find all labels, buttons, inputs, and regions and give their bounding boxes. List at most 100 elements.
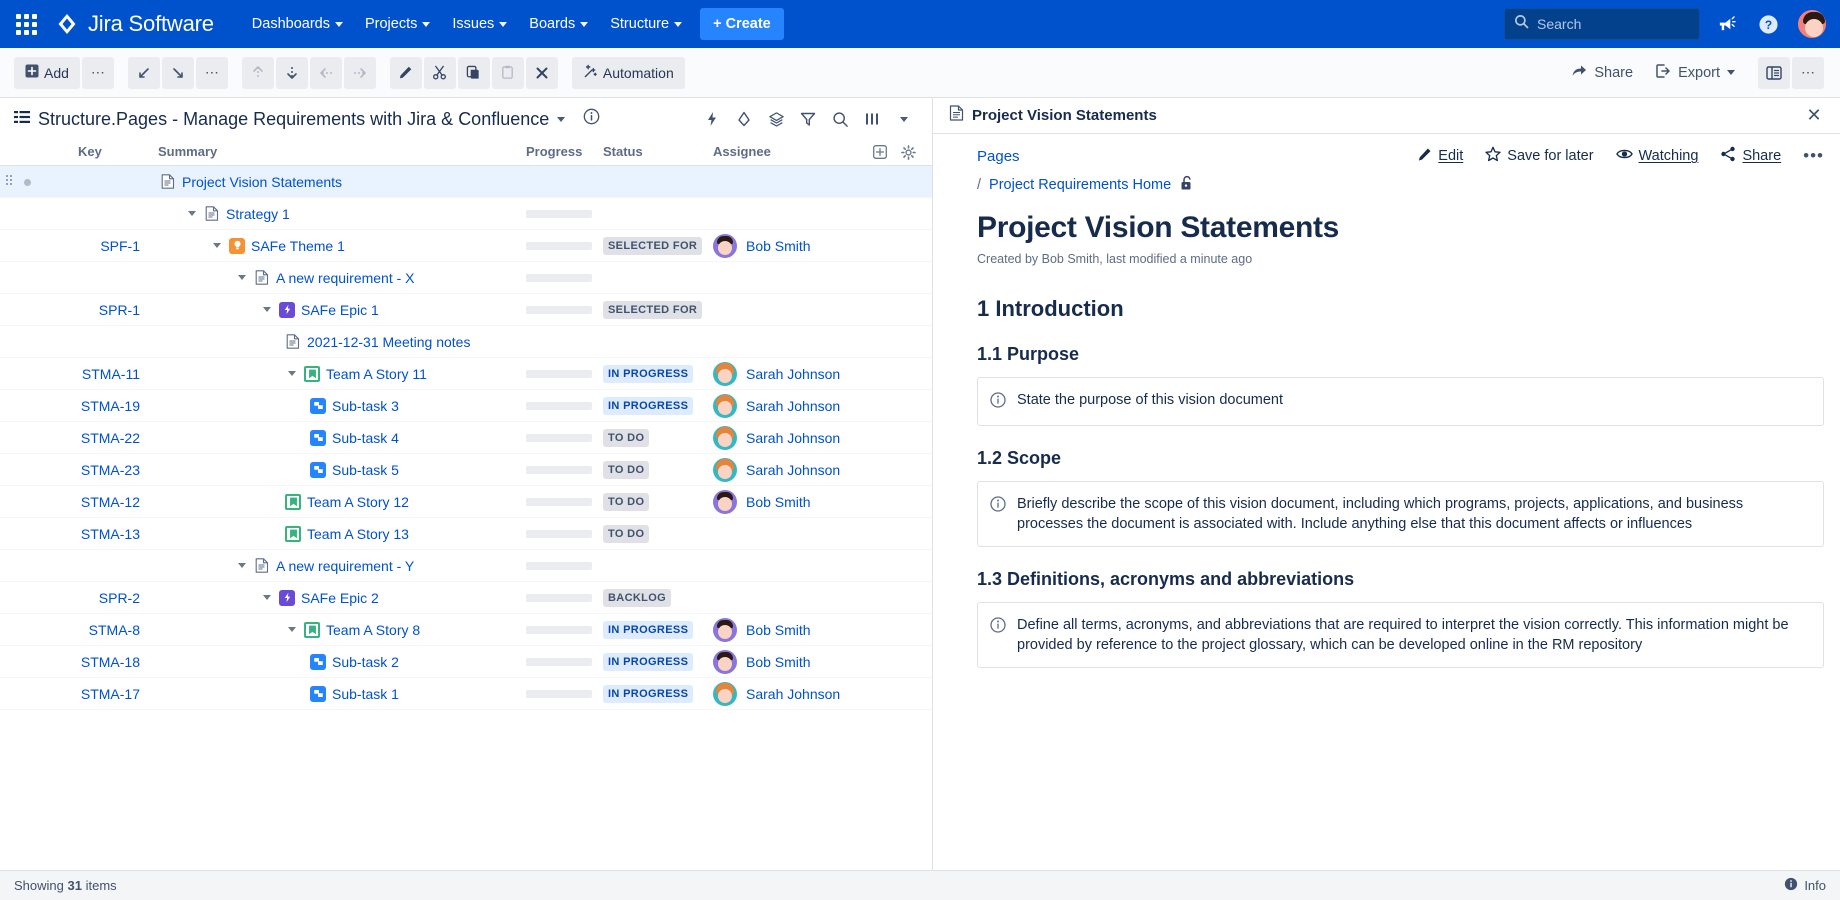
issue-key-link[interactable]: STMA-22 <box>0 430 140 446</box>
table-row[interactable]: SPF-1 SAFe Theme 1 SELECTED FOR Bob Smith <box>0 230 932 262</box>
assignee-cell[interactable]: Bob Smith <box>713 489 811 514</box>
issue-key-link[interactable]: STMA-18 <box>0 654 140 670</box>
pages-link[interactable]: Pages <box>977 148 1020 165</box>
avatar[interactable] <box>713 457 737 482</box>
column-header-summary[interactable]: Summary <box>158 144 217 159</box>
nav-item-boards[interactable]: Boards <box>519 9 598 39</box>
add-column-icon[interactable] <box>870 142 890 162</box>
avatar[interactable] <box>713 617 737 642</box>
indent-button[interactable] <box>161 56 194 89</box>
expand-toggle-icon[interactable] <box>260 591 274 605</box>
create-button[interactable]: + Create <box>700 8 784 40</box>
breadcrumb-link-project-requirements-home[interactable]: Project Requirements Home <box>989 177 1171 193</box>
add-more-button[interactable]: ⋯ <box>81 56 114 89</box>
table-row[interactable]: SPR-1 SAFe Epic 1 SELECTED FOR <box>0 294 932 326</box>
column-header-status[interactable]: Status <box>603 144 643 159</box>
columns-icon[interactable] <box>858 105 886 133</box>
jira-logo-home-link[interactable]: Jira Software <box>54 11 214 37</box>
gear-icon[interactable] <box>898 142 918 162</box>
chevron-down-icon[interactable] <box>557 116 566 122</box>
megaphone-icon[interactable] <box>1710 8 1742 40</box>
table-row[interactable]: SPR-2 SAFe Epic 2 BACKLOG <box>0 582 932 614</box>
assignee-cell[interactable]: Bob Smith <box>713 649 811 674</box>
table-row[interactable]: STMA-22 Sub-task 4 TO DO Sarah Johnson <box>0 422 932 454</box>
edit-button[interactable] <box>389 56 422 89</box>
share-page-button[interactable]: Share <box>1720 146 1781 166</box>
status-badge[interactable]: IN PROGRESS <box>603 396 694 415</box>
nav-item-dashboards[interactable]: Dashboards <box>242 9 353 39</box>
expand-toggle-icon[interactable] <box>235 559 249 573</box>
paste-button[interactable] <box>491 56 524 89</box>
add-button[interactable]: Add <box>14 56 80 89</box>
issue-key-link[interactable]: STMA-19 <box>0 398 140 414</box>
watching-button[interactable]: Watching <box>1615 147 1698 165</box>
automation-button[interactable]: Automation <box>571 56 685 89</box>
issue-key-link[interactable]: SPF-1 <box>0 238 140 254</box>
status-badge[interactable]: BACKLOG <box>603 588 672 607</box>
search-icon[interactable] <box>826 105 854 133</box>
nav-item-structure[interactable]: Structure <box>600 9 692 39</box>
table-row[interactable]: STMA-8 Team A Story 8 IN PROGRESS Bob Smith <box>0 614 932 646</box>
share-button[interactable]: Share <box>1560 57 1644 89</box>
info-button[interactable]: Info <box>1784 877 1826 894</box>
column-header-key[interactable]: Key <box>78 144 102 159</box>
edit-page-button[interactable]: Edit <box>1417 147 1463 166</box>
avatar[interactable] <box>713 649 737 674</box>
column-header-assignee[interactable]: Assignee <box>713 144 771 159</box>
table-row[interactable]: A new requirement - Y <box>0 550 932 582</box>
toggle-detail-panel-button[interactable] <box>1758 56 1790 89</box>
status-badge[interactable]: IN PROGRESS <box>603 684 694 703</box>
table-row[interactable]: STMA-17 Sub-task 1 IN PROGRESS Sarah Johnso… <box>0 678 932 710</box>
status-badge[interactable]: SELECTED FOR <box>603 300 703 319</box>
assignee-cell[interactable]: Bob Smith <box>713 233 811 258</box>
move-left-button[interactable] <box>309 56 342 89</box>
nav-item-projects[interactable]: Projects <box>355 9 440 39</box>
table-row[interactable]: STMA-13 Team A Story 13 TO DO <box>0 518 932 550</box>
table-row[interactable]: 2021-12-31 Meeting notes <box>0 326 932 358</box>
assignee-cell[interactable]: Sarah Johnson <box>713 681 840 706</box>
issue-key-link[interactable]: STMA-11 <box>0 366 140 382</box>
move-up-button[interactable] <box>241 56 274 89</box>
issue-key-link[interactable]: STMA-8 <box>0 622 140 638</box>
save-for-later-button[interactable]: Save for later <box>1485 146 1594 166</box>
issue-key-link[interactable]: SPR-2 <box>0 590 140 606</box>
bolt-icon[interactable] <box>698 105 726 133</box>
assignee-cell[interactable]: Sarah Johnson <box>713 393 840 418</box>
status-badge[interactable]: TO DO <box>603 460 650 479</box>
move-down-button[interactable] <box>275 56 308 89</box>
expand-toggle-icon[interactable] <box>185 207 199 221</box>
unlock-icon[interactable] <box>1179 175 1194 195</box>
grid-apps-icon[interactable] <box>8 6 44 42</box>
table-row[interactable]: Strategy 1 <box>0 198 932 230</box>
move-right-button[interactable] <box>343 56 376 89</box>
help-icon[interactable]: ? <box>1752 8 1784 40</box>
avatar[interactable] <box>713 489 737 514</box>
info-icon[interactable] <box>583 108 600 130</box>
issue-key-link[interactable]: STMA-12 <box>0 494 140 510</box>
table-row[interactable]: STMA-18 Sub-task 2 IN PROGRESS Bob Smith <box>0 646 932 678</box>
cut-button[interactable] <box>423 56 456 89</box>
assignee-cell[interactable]: Sarah Johnson <box>713 425 840 450</box>
delete-button[interactable] <box>525 56 558 89</box>
table-row[interactable]: STMA-23 Sub-task 5 TO DO Sarah Johnson <box>0 454 932 486</box>
expand-toggle-icon[interactable] <box>285 623 299 637</box>
nav-item-issues[interactable]: Issues <box>442 9 517 39</box>
close-icon[interactable]: ✕ <box>1802 104 1826 128</box>
table-row[interactable]: STMA-11 Team A Story 11 IN PROGRESS Sarah J… <box>0 358 932 390</box>
avatar[interactable] <box>713 233 737 258</box>
status-badge[interactable]: TO DO <box>603 524 650 543</box>
chevron-down-icon[interactable] <box>890 105 918 133</box>
status-badge[interactable]: TO DO <box>603 428 650 447</box>
outdent-button[interactable] <box>127 56 160 89</box>
issue-key-link[interactable]: STMA-23 <box>0 462 140 478</box>
filter-icon[interactable] <box>794 105 822 133</box>
expand-toggle-icon[interactable] <box>210 239 224 253</box>
avatar[interactable] <box>713 393 737 418</box>
status-badge[interactable]: SELECTED FOR <box>603 236 703 255</box>
search-input[interactable]: Search <box>1504 8 1700 40</box>
drag-handle-icon[interactable] <box>6 175 14 185</box>
table-row[interactable]: STMA-19 Sub-task 3 IN PROGRESS Sarah Johnso… <box>0 390 932 422</box>
assignee-cell[interactable]: Sarah Johnson <box>713 457 840 482</box>
assignee-cell[interactable]: Sarah Johnson <box>713 361 840 386</box>
avatar[interactable] <box>1796 8 1828 40</box>
